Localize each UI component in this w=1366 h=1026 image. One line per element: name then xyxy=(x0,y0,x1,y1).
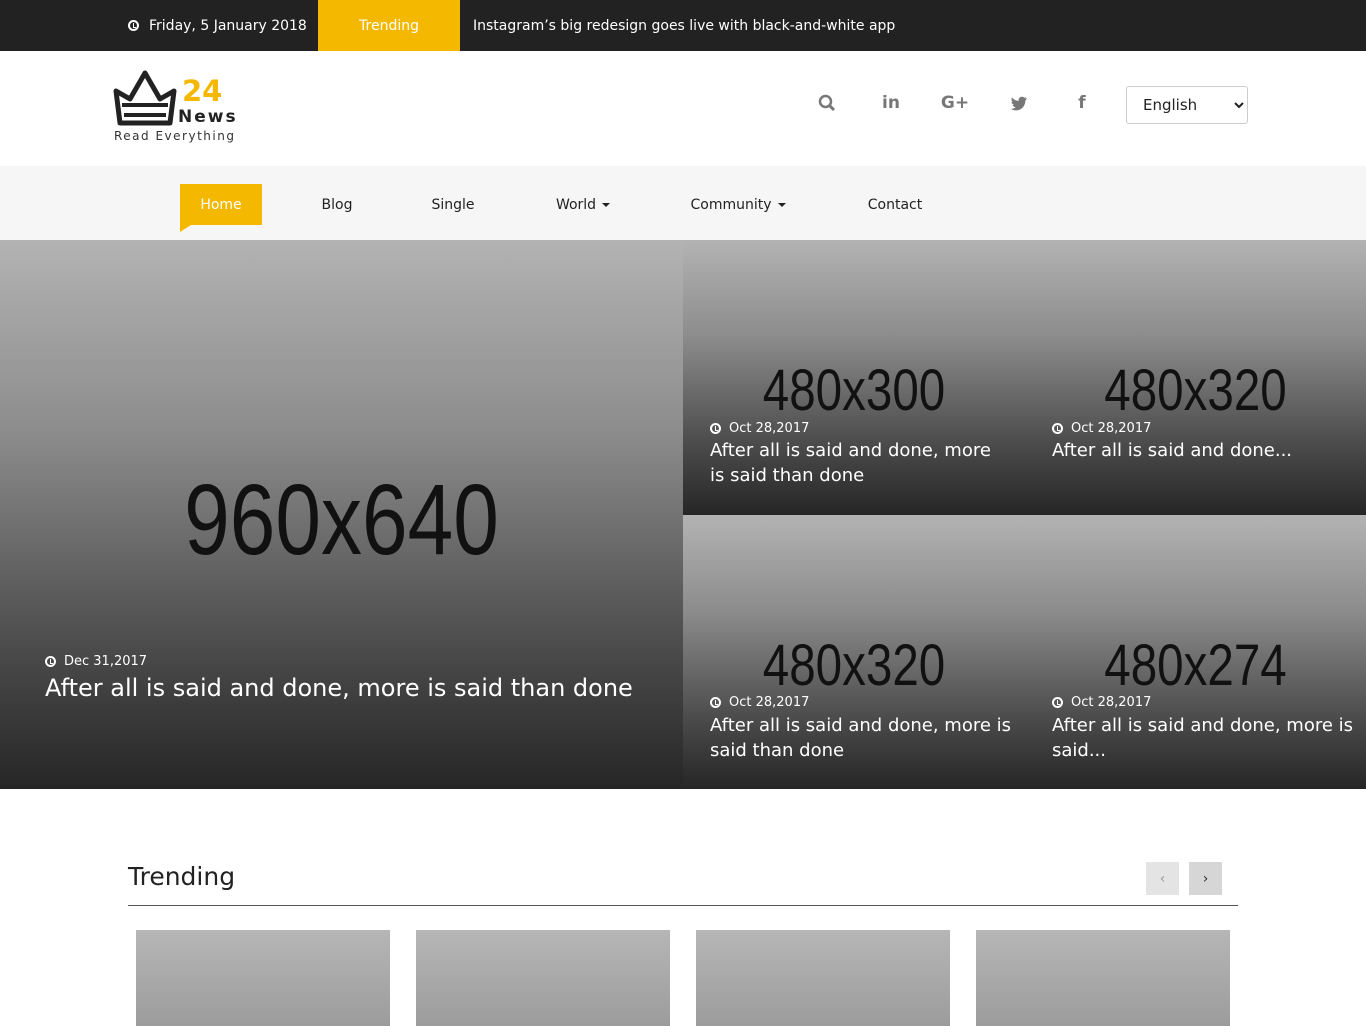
nav-label-blog: Blog xyxy=(321,196,353,213)
current-date: Friday, 5 January 2018 xyxy=(149,17,307,34)
nav-label-home: Home xyxy=(200,196,242,213)
post-date-text: Oct 28,2017 xyxy=(729,695,810,710)
image-placeholder-label: 480x320 xyxy=(762,633,946,698)
nav-item-contact[interactable]: Contact xyxy=(855,184,935,225)
crown-logo-icon xyxy=(113,70,177,126)
post-title[interactable]: After all is said and done... xyxy=(1052,438,1352,463)
nav-label-contact: Contact xyxy=(867,196,923,213)
post-title[interactable]: After all is said and done, more is said… xyxy=(45,672,683,706)
nav-label-single: Single xyxy=(431,196,475,213)
post-date-text: Oct 28,2017 xyxy=(1071,695,1152,710)
chevron-left-icon: ‹ xyxy=(1159,870,1166,887)
logo-tagline: Read Everything xyxy=(114,129,236,143)
image-placeholder-label: 480x274 xyxy=(1104,633,1287,698)
site-header: 24 News Read Everything in G+ f English xyxy=(0,51,1366,166)
trending-heading: Trending xyxy=(128,862,236,891)
clock-icon xyxy=(45,656,56,667)
post-title[interactable]: After all is said and done, more is said… xyxy=(1052,713,1364,763)
trending-card-image[interactable] xyxy=(136,930,390,1026)
clock-icon xyxy=(1052,697,1063,708)
trending-headline-link[interactable]: Instagram’s big redesign goes live with … xyxy=(473,0,895,51)
logo-wordmark: News xyxy=(178,107,238,127)
nav-item-home[interactable]: Home xyxy=(180,184,262,232)
trending-card-image[interactable] xyxy=(416,930,670,1026)
trending-label: Trending xyxy=(317,0,460,70)
nav-item-blog[interactable]: Blog xyxy=(306,184,368,225)
main-nav: Home Blog Single World Community Contact xyxy=(0,166,1366,240)
clock-icon xyxy=(1052,423,1063,434)
image-placeholder-label: 480x300 xyxy=(762,358,946,423)
post-title[interactable]: After all is said and done, more is said… xyxy=(710,438,1000,488)
hero-post-1[interactable]: 480x300 Oct 28,2017 After all is said an… xyxy=(683,240,1025,515)
search-icon[interactable] xyxy=(815,89,839,117)
post-date: Oct 28,2017 xyxy=(710,695,809,710)
top-date: Friday, 5 January 2018 xyxy=(128,0,307,51)
top-bar: Friday, 5 January 2018 Trending Instagra… xyxy=(0,0,1366,70)
trending-card-image[interactable] xyxy=(976,930,1230,1026)
nav-label-world: World xyxy=(555,196,597,213)
hero-post-4[interactable]: 480x274 Oct 28,2017 After all is said an… xyxy=(1025,515,1366,789)
post-date-text: Dec 31,2017 xyxy=(64,654,148,669)
facebook-icon[interactable]: f xyxy=(1070,89,1094,117)
post-title[interactable]: After all is said and done, more is said… xyxy=(710,713,1025,763)
post-date-text: Oct 28,2017 xyxy=(1071,421,1152,436)
nav-item-community[interactable]: Community xyxy=(682,184,794,225)
post-date-text: Oct 28,2017 xyxy=(729,421,810,436)
image-placeholder-label: 960x640 xyxy=(184,464,499,576)
clock-icon xyxy=(710,423,721,434)
nav-item-world[interactable]: World xyxy=(545,184,621,225)
chevron-right-icon: › xyxy=(1202,870,1209,887)
hero-main-post[interactable]: 960x640 Dec 31,2017 After all is said an… xyxy=(0,240,683,789)
section-divider xyxy=(128,905,1238,906)
post-date: Oct 28,2017 xyxy=(710,421,809,436)
hero-post-3[interactable]: 480x320 Oct 28,2017 After all is said an… xyxy=(683,515,1025,789)
post-date: Oct 28,2017 xyxy=(1052,421,1151,436)
clock-icon xyxy=(128,20,139,31)
trending-card-image[interactable] xyxy=(696,930,950,1026)
post-date: Oct 28,2017 xyxy=(1052,695,1151,710)
twitter-icon[interactable] xyxy=(1007,89,1031,117)
language-select[interactable]: English xyxy=(1126,86,1248,124)
post-date: Dec 31,2017 xyxy=(45,654,147,669)
nav-item-single[interactable]: Single xyxy=(420,184,486,225)
linkedin-icon[interactable]: in xyxy=(878,89,904,117)
nav-label-community: Community xyxy=(690,196,772,213)
clock-icon xyxy=(710,697,721,708)
image-placeholder-label: 480x320 xyxy=(1104,358,1287,423)
google-plus-icon[interactable]: G+ xyxy=(940,89,970,117)
chevron-down-icon xyxy=(777,202,786,207)
logo-number: 24 xyxy=(182,74,223,108)
carousel-next-button[interactable]: › xyxy=(1189,862,1222,895)
chevron-down-icon xyxy=(602,202,611,207)
site-logo[interactable]: 24 News Read Everything xyxy=(112,69,252,149)
carousel-prev-button[interactable]: ‹ xyxy=(1146,862,1179,895)
hero-post-2[interactable]: 480x320 Oct 28,2017 After all is said an… xyxy=(1025,240,1366,515)
